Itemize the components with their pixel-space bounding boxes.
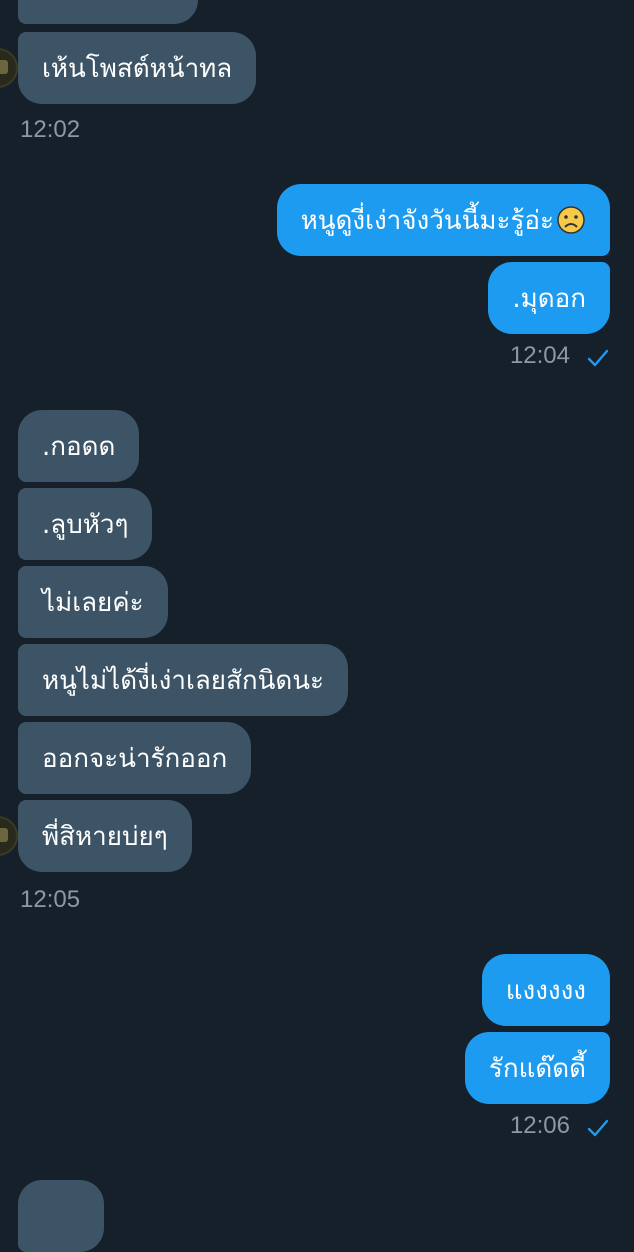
message-text: หนูไม่ได้งี่เง่าเลยสักนิดนะ	[42, 665, 325, 696]
message-timestamp: 12:02	[20, 116, 81, 143]
message-bubble-incoming[interactable]: พี่สิหายบ่ยๆ	[18, 800, 192, 872]
message-text: ไม่เลยค่ะ	[42, 587, 144, 618]
message-bubble-incoming[interactable]: หนูไม่ได้งี่เง่าเลยสักนิดนะ	[18, 644, 349, 716]
message-bubble-outgoing[interactable]: หนูดูงี่เง่าจังวันนี้มะรู้อ่ะ	[276, 184, 610, 256]
avatar[interactable]	[0, 48, 18, 88]
message-text: รักแด๊ดดี้	[488, 1053, 586, 1084]
message-bubble-outgoing[interactable]: แงงงงง	[481, 954, 610, 1026]
message-timestamp: 12:06	[509, 1112, 570, 1139]
avatar[interactable]	[0, 816, 18, 856]
message-bubble-incoming[interactable]: .กอดด	[18, 410, 140, 482]
message-text: .กอดด	[42, 431, 116, 462]
message-bubble-incoming[interactable]: ไม่เลยค่ะ	[18, 566, 168, 638]
message-text: .มุดอก	[512, 283, 586, 314]
message-text: หนูดูงี่เง่าจังวันนี้มะรู้อ่ะ	[300, 205, 554, 236]
message-text: ออกจะน่ารักออก	[42, 743, 228, 774]
message-text: .ลูบหัวๆ	[42, 509, 129, 540]
message-bubble-incoming[interactable]: เห้นโพสต์หน้าทล	[18, 32, 257, 104]
frowning-face-icon	[557, 206, 585, 234]
message-bubble-partial-top[interactable]	[18, 0, 198, 24]
message-bubble-outgoing[interactable]: รักแด๊ดดี้	[464, 1032, 610, 1104]
message-bubble-outgoing[interactable]: .มุดอก	[488, 262, 610, 334]
message-bubble-incoming[interactable]: ออกจะน่ารักออก	[18, 722, 252, 794]
chat-screen: { "conversation": { "messages": [ {"id":…	[0, 0, 634, 1252]
message-text: แงงงงง	[505, 975, 586, 1006]
check-icon	[587, 1119, 609, 1137]
message-bubble-partial-bottom[interactable]	[18, 1180, 104, 1252]
message-text: เห้นโพสต์หน้าทล	[42, 53, 233, 84]
check-icon	[587, 349, 609, 367]
message-text: พี่สิหายบ่ยๆ	[42, 821, 168, 852]
message-timestamp: 12:04	[509, 342, 570, 369]
message-bubble-incoming[interactable]: .ลูบหัวๆ	[18, 488, 153, 560]
message-timestamp: 12:05	[20, 886, 81, 913]
